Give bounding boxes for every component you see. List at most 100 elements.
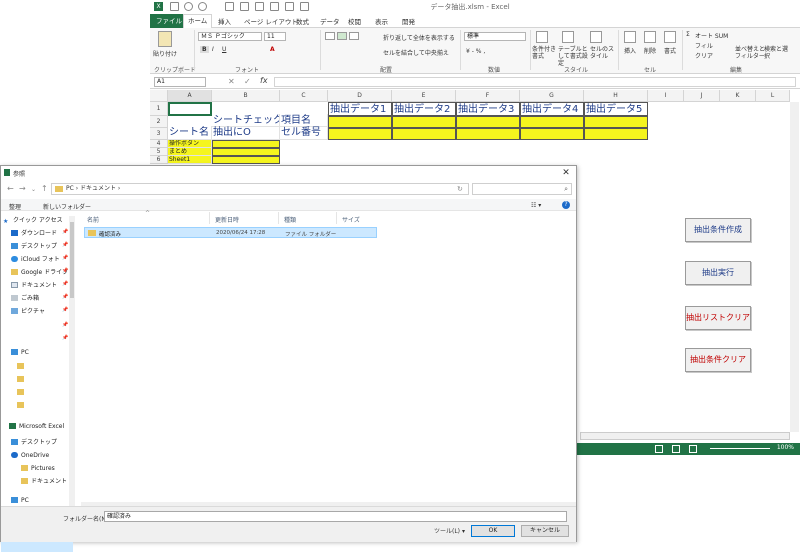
tools-dropdown[interactable]: ツール(L) ▾ (434, 526, 465, 535)
cell-b6[interactable] (212, 156, 280, 164)
tab-view[interactable]: 表示 (375, 16, 388, 26)
view-options-icon[interactable]: ☷ ▾ (531, 202, 541, 209)
column-header[interactable]: E (392, 90, 456, 102)
cell-a6[interactable]: Sheet1 (168, 156, 212, 164)
bold-button[interactable]: B (200, 46, 209, 53)
column-header[interactable]: D (328, 90, 392, 102)
cell-e2[interactable] (392, 116, 456, 128)
underline-button[interactable]: U (222, 46, 226, 53)
cell-b3[interactable]: 抽出にO (212, 126, 280, 140)
cell-f2[interactable] (456, 116, 520, 128)
nav-onedrive-pictures[interactable]: Pictures (21, 464, 55, 474)
tab-data[interactable]: データ (320, 16, 340, 26)
font-size-select[interactable]: 11 (264, 32, 286, 41)
tab-insert[interactable]: 挿入 (218, 16, 231, 26)
nav-scroll-thumb[interactable] (70, 222, 74, 298)
autosum-sigma-icon[interactable]: Σ (686, 31, 690, 38)
undo-icon[interactable] (184, 2, 193, 11)
up-arrow-icon[interactable]: ↑ (41, 184, 48, 193)
column-header[interactable]: G (520, 90, 584, 102)
organize-button[interactable]: 整理 (9, 202, 21, 211)
run-extract-button[interactable]: 抽出実行 (685, 261, 751, 285)
vertical-scrollbar[interactable] (790, 102, 799, 432)
align-bottom-icon[interactable] (349, 32, 359, 40)
nav-quick-access[interactable]: ★ クイック アクセス (3, 216, 63, 226)
nav-folder[interactable] (17, 375, 27, 385)
column-header[interactable]: K (720, 90, 756, 102)
spell-icon[interactable] (285, 2, 294, 11)
nav-folder[interactable] (17, 401, 27, 411)
column-type-header[interactable]: 種類 (284, 215, 296, 224)
cell-g1[interactable]: 抽出データ4 (520, 102, 584, 116)
clear-list-button[interactable]: 抽出リストクリア (685, 306, 751, 330)
normal-view-icon[interactable] (655, 445, 663, 453)
clear-button[interactable]: クリア (695, 51, 713, 60)
format-cells-icon[interactable] (664, 31, 676, 43)
cell-d2[interactable] (328, 116, 392, 128)
cell-h2[interactable] (584, 116, 648, 128)
insert-button[interactable]: 挿入 (624, 46, 636, 55)
preview-icon[interactable] (270, 2, 279, 11)
forward-arrow-icon[interactable]: → (19, 184, 26, 193)
align-middle-icon[interactable] (337, 32, 347, 40)
zoom-slider[interactable] (710, 448, 770, 449)
merge-center-button[interactable]: セルを結合して中央揃え (383, 48, 449, 57)
sort-filter-button[interactable]: 並べ替えとフィルター (735, 46, 765, 60)
table-format-icon[interactable] (562, 31, 574, 43)
insert-function-icon[interactable]: fx (260, 76, 268, 85)
nav-downloads[interactable]: ダウンロード (11, 229, 57, 239)
autosum-button[interactable]: オート SUM (695, 31, 728, 40)
align-top-icon[interactable] (325, 32, 335, 40)
cell-b5[interactable] (212, 148, 280, 156)
select-all-corner[interactable] (150, 90, 168, 102)
column-size-header[interactable]: サイズ (342, 215, 360, 224)
paste-icon[interactable] (158, 31, 172, 47)
nav-folder[interactable] (17, 388, 27, 398)
tab-page-layout[interactable]: ページ レイアウト (244, 16, 298, 26)
cell-g2[interactable] (520, 116, 584, 128)
column-name-header[interactable]: 名前 (87, 215, 99, 224)
find-select-button[interactable]: 検索と選択 (764, 46, 788, 60)
number-format-select[interactable]: 標準 (464, 32, 526, 41)
new-folder-button[interactable]: 新しいフォルダー (43, 202, 91, 211)
conditional-format-button[interactable]: 条件付き書式 (532, 46, 560, 60)
page-break-view-icon[interactable] (689, 445, 697, 453)
search-input[interactable]: ⌕ (472, 183, 572, 195)
clear-condition-button[interactable]: 抽出条件クリア (685, 348, 751, 372)
row-header[interactable]: 6 (150, 156, 168, 164)
insert-cells-icon[interactable] (624, 31, 636, 43)
cell-a3[interactable]: シート名 (168, 126, 212, 140)
cancel-entry-icon[interactable]: ✕ (228, 77, 235, 86)
row-header[interactable]: 4 (150, 140, 168, 148)
folder-name-input[interactable]: 確認済み (104, 511, 567, 522)
paste-button[interactable]: 貼り付け (153, 49, 177, 58)
new-file-icon[interactable] (225, 2, 234, 11)
horizontal-scrollbar[interactable] (580, 432, 790, 440)
column-header[interactable]: H (584, 90, 648, 102)
nav-icloud-photos[interactable]: iCloud フォト (11, 255, 60, 265)
nav-desktop[interactable]: デスクトップ (11, 242, 57, 252)
cell-h3[interactable] (584, 128, 648, 140)
row-header[interactable]: 1 (150, 102, 168, 116)
nav-pictures[interactable]: ピクチャ (11, 307, 45, 317)
redo-icon[interactable] (198, 2, 207, 11)
table-format-button[interactable]: テーブルとして書式設定 (558, 46, 588, 67)
confirm-entry-icon[interactable]: ✓ (244, 77, 251, 86)
tab-developer[interactable]: 開発 (402, 16, 415, 26)
page-layout-view-icon[interactable] (672, 445, 680, 453)
nav-onedrive[interactable]: OneDrive (11, 451, 49, 461)
tab-formulas[interactable]: 数式 (296, 16, 309, 26)
sort-icon[interactable] (300, 2, 309, 11)
cell-e1[interactable]: 抽出データ2 (392, 102, 456, 116)
open-file-icon[interactable] (240, 2, 249, 11)
cell-c3[interactable]: セル番号 (280, 126, 328, 140)
tab-review[interactable]: 校閲 (348, 16, 361, 26)
cell-g3[interactable] (520, 128, 584, 140)
nav-microsoft-excel[interactable]: Microsoft Excel (9, 422, 64, 432)
cell-a4[interactable]: 操作ボタン (168, 140, 212, 148)
column-header[interactable]: L (756, 90, 790, 102)
nav-folder[interactable] (17, 362, 27, 372)
create-condition-button[interactable]: 抽出条件作成 (685, 218, 751, 242)
conditional-format-icon[interactable] (536, 31, 548, 43)
cell-f1[interactable]: 抽出データ3 (456, 102, 520, 116)
